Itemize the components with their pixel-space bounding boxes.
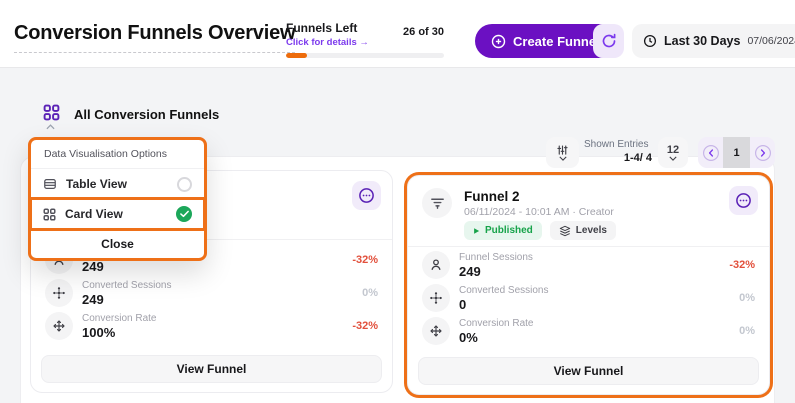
- published-badge-label: Published: [485, 225, 533, 236]
- stat-value: 249: [459, 264, 533, 279]
- arrow-left-circle-icon: [702, 144, 720, 162]
- refresh-button[interactable]: [593, 24, 624, 58]
- stat-label: Funnel Sessions: [459, 252, 533, 263]
- funnels-left-progress-fill: [286, 53, 307, 58]
- page-title: Conversion Funnels Overview: [14, 22, 295, 53]
- popup-close-button[interactable]: Close: [31, 230, 204, 258]
- stat-value: 100%: [82, 325, 156, 340]
- stat-row-converted-sessions: Converted Sessions 0 0%: [422, 283, 755, 313]
- date-range-value: 07/06/2024 - 08/04/2024: [747, 35, 795, 47]
- date-preset-label: Last 30 Days: [664, 34, 740, 48]
- stat-label: Conversion Rate: [459, 318, 533, 329]
- funnels-left-details-link[interactable]: Click for details →: [286, 37, 444, 48]
- option-card-view[interactable]: Card View: [31, 199, 204, 229]
- stat-label: Converted Sessions: [82, 280, 172, 291]
- option-label: Card View: [65, 207, 123, 221]
- clock-icon: [643, 34, 657, 48]
- date-range-filter[interactable]: Last 30 Days 07/06/2024 - 08/04/2024: [632, 24, 795, 58]
- network-icon: [45, 279, 73, 307]
- arrow-right-circle-icon: [754, 144, 772, 162]
- stat-delta: -32%: [352, 254, 378, 266]
- stat-delta: 0%: [739, 325, 755, 337]
- top-bar: Conversion Funnels Overview Funnels Left…: [0, 0, 795, 68]
- badges-row: Published Levels: [464, 221, 616, 240]
- stat-delta: 0%: [739, 292, 755, 304]
- filter-button[interactable]: [546, 137, 579, 168]
- sliders-icon: [556, 145, 569, 156]
- view-funnel-button[interactable]: View Funnel: [41, 355, 382, 383]
- stat-value: 249: [82, 292, 172, 307]
- funnel-icon: [422, 188, 452, 218]
- shown-entries-label: Shown Entries: [584, 139, 652, 150]
- expand-arrows-icon: [45, 312, 73, 340]
- card-menu-button[interactable]: [352, 181, 381, 210]
- published-badge: Published: [464, 221, 542, 240]
- levels-badge-label: Levels: [576, 225, 607, 236]
- option-label: Table View: [66, 177, 127, 191]
- create-funnel-label: Create Funnel: [513, 34, 600, 49]
- plus-circle-icon: [491, 34, 506, 49]
- layers-icon: [559, 225, 571, 237]
- play-icon: [473, 227, 480, 235]
- chevron-down-icon: [559, 156, 567, 161]
- chevron-down-icon: [669, 156, 677, 161]
- shown-entries: Shown Entries 1-4/ 4: [584, 139, 652, 164]
- stat-row-converted-sessions: Converted Sessions 249 0%: [45, 278, 378, 308]
- page-size-value: 12: [667, 145, 679, 155]
- card-divider: [408, 246, 769, 247]
- chevron-up-icon: [46, 124, 55, 130]
- data-visualisation-popup: Data Visualisation Options Table View Ca…: [28, 137, 207, 261]
- check-circle-icon[interactable]: [176, 206, 192, 222]
- panel-title: All Conversion Funnels: [74, 107, 219, 122]
- popup-title: Data Visualisation Options: [31, 140, 204, 168]
- funnels-left-count: 26 of 30: [350, 26, 444, 38]
- funnel-name: Funnel 2: [464, 189, 520, 204]
- option-table-view[interactable]: Table View: [31, 169, 204, 199]
- stat-row-funnel-sessions: Funnel Sessions 249 -32%: [422, 250, 755, 280]
- shown-entries-value: 1-4/ 4: [584, 152, 652, 164]
- next-page-button[interactable]: [750, 137, 775, 168]
- grid-view-icon[interactable]: [43, 104, 60, 121]
- pagination: 1: [698, 137, 775, 168]
- stat-delta: -32%: [729, 259, 755, 271]
- table-icon: [43, 177, 57, 191]
- funnels-left-progressbar: [286, 53, 444, 58]
- network-icon: [422, 284, 450, 312]
- levels-badge[interactable]: Levels: [550, 221, 616, 240]
- person-icon: [422, 251, 450, 279]
- radio-unselected[interactable]: [177, 177, 192, 192]
- grid-icon: [43, 208, 56, 221]
- prev-page-button[interactable]: [698, 137, 723, 168]
- refresh-icon: [601, 33, 617, 49]
- stat-value: 0%: [459, 330, 533, 345]
- page-size-selector[interactable]: 12: [658, 137, 688, 168]
- app-window: Conversion Funnels Overview Funnels Left…: [0, 0, 795, 403]
- ellipsis-circle-icon: [735, 192, 752, 209]
- view-funnel-button[interactable]: View Funnel: [418, 357, 759, 385]
- ellipsis-circle-icon: [358, 187, 375, 204]
- stat-delta: -32%: [352, 320, 378, 332]
- funnel-card-2: Funnel 2 06/11/2024 - 10:01 AM · Creator…: [407, 175, 770, 395]
- stat-label: Conversion Rate: [82, 313, 156, 324]
- stat-row-conversion-rate: Conversion Rate 100% -32%: [45, 311, 378, 341]
- stat-value: 0: [459, 297, 549, 312]
- funnel-meta: 06/11/2024 - 10:01 AM · Creator: [464, 206, 614, 218]
- card-menu-button[interactable]: [729, 186, 758, 215]
- stat-label: Converted Sessions: [459, 285, 549, 296]
- expand-arrows-icon: [422, 317, 450, 345]
- stat-delta: 0%: [362, 287, 378, 299]
- current-page[interactable]: 1: [723, 137, 750, 168]
- stat-row-conversion-rate: Conversion Rate 0% 0%: [422, 316, 755, 346]
